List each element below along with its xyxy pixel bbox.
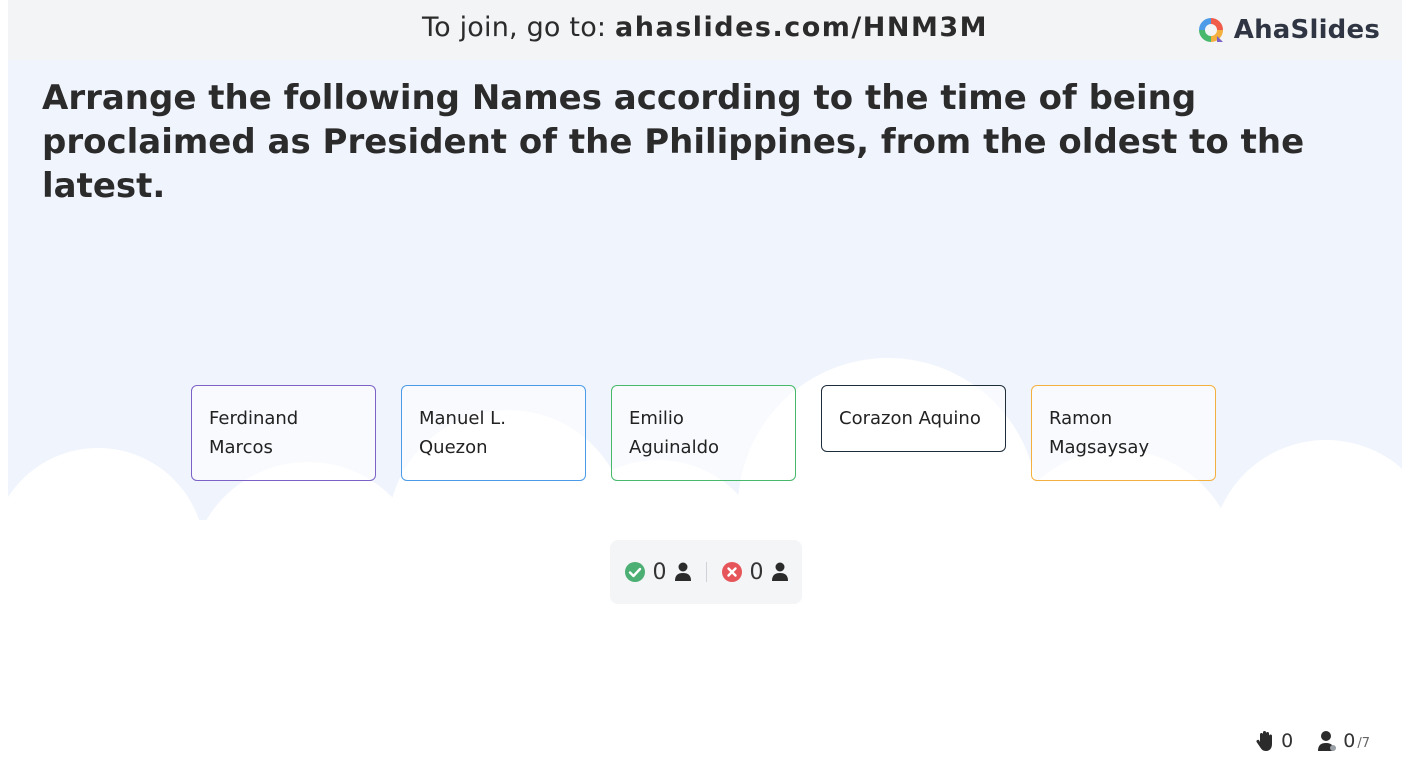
order-item-5[interactable]: Ramon Magsaysay [1031,385,1216,481]
incorrect-group: 0 [721,560,789,585]
order-item-1[interactable]: Ferdinand Marcos [191,385,376,481]
check-circle-icon [624,562,645,582]
join-instructions: To join, go to: ahaslides.com/HNM3M [8,12,1402,43]
join-prefix: To join, go to: [421,12,607,43]
person-icon [674,562,691,581]
order-item-label: Emilio Aguinaldo [629,408,720,458]
order-item-label: Corazon Aquino [839,408,981,429]
audience-stats: 0 0 /7 [1255,730,1370,752]
order-item-2[interactable]: Manuel L. Quezon [401,385,586,481]
slide-stage: Arrange the following Names according to… [8,60,1402,774]
participants-total: /7 [1357,735,1370,751]
brand-name: AhaSlides [1233,15,1380,45]
order-item-label: Ferdinand Marcos [209,408,299,458]
correct-group: 0 [624,560,692,585]
join-bar: To join, go to: ahaslides.com/HNM3M AhaS… [8,0,1402,60]
order-item-label: Manuel L. Quezon [419,408,506,458]
incorrect-count: 0 [749,559,764,585]
reactions-count: 0 [1281,730,1294,752]
join-url[interactable]: ahaslides.com/HNM3M [615,12,988,43]
person-icon [771,562,788,581]
correct-count: 0 [652,559,667,585]
ahaslides-logo: AhaSlides [1196,14,1380,46]
slide-frame: To join, go to: ahaslides.com/HNM3M AhaS… [8,0,1402,774]
order-item-3[interactable]: Emilio Aguinaldo [611,385,796,481]
raised-hand-icon [1256,731,1273,751]
results-divider [705,562,707,582]
x-circle-icon [721,562,742,582]
order-item-label: Ramon Magsaysay [1049,408,1150,458]
participants-count: 0 [1343,730,1356,752]
question-title: Arrange the following Names according to… [42,78,1305,206]
ahaslides-logo-icon [1198,18,1223,42]
order-item-4[interactable]: Corazon Aquino [821,385,1006,452]
results-summary: 0 0 [610,540,802,604]
participant-icon [1318,731,1337,751]
